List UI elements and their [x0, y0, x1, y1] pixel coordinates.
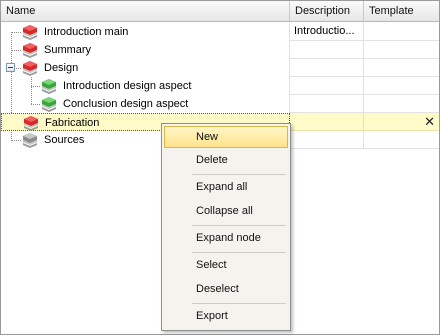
name-cell: Introduction design aspect — [1, 77, 290, 95]
menu-item-select[interactable]: Select — [164, 254, 288, 276]
red-book-icon — [24, 116, 38, 131]
menu-item-expand-all[interactable]: Expand all — [164, 176, 288, 198]
name-cell: Conclusion design aspect — [1, 95, 290, 113]
column-header-description[interactable]: Description — [290, 1, 364, 21]
description-cell[interactable] — [290, 59, 364, 77]
menu-item-expand-node[interactable]: Expand node — [164, 227, 288, 249]
menu-item-delete[interactable]: Delete — [164, 149, 288, 171]
menu-separator — [192, 303, 286, 304]
menu-separator — [192, 252, 286, 253]
close-icon[interactable]: ✕ — [424, 113, 435, 131]
template-cell[interactable] — [364, 41, 439, 59]
column-header-template[interactable]: Template — [364, 1, 439, 21]
row-name: Summary — [44, 44, 92, 56]
row-name: Introduction design aspect — [63, 80, 192, 92]
context-menu: New Delete Expand all Collapse all Expan… — [161, 123, 291, 331]
tree-row[interactable]: Conclusion design aspect — [1, 95, 439, 113]
template-cell[interactable] — [364, 77, 439, 95]
menu-item-deselect[interactable]: Deselect — [164, 278, 288, 300]
template-cell[interactable] — [364, 131, 439, 149]
description-cell[interactable] — [290, 41, 364, 59]
row-name: Introduction main — [44, 26, 129, 38]
menu-separator — [192, 225, 286, 226]
row-name: Sources — [44, 134, 85, 146]
name-cell: Summary — [1, 41, 290, 59]
description-cell[interactable] — [290, 131, 364, 149]
description-cell[interactable]: Introductio... — [290, 23, 364, 41]
tree-row[interactable]: Introduction design aspect — [1, 77, 439, 95]
template-cell[interactable] — [364, 95, 439, 113]
red-book-icon — [23, 61, 37, 76]
template-cell[interactable]: ✕ — [364, 113, 439, 131]
row-name: Conclusion design aspect — [63, 98, 189, 110]
column-header-name[interactable]: Name — [1, 1, 290, 21]
name-cell: Introduction main — [1, 23, 290, 41]
menu-item-collapse-all[interactable]: Collapse all — [164, 200, 288, 222]
row-name: Fabrication — [45, 117, 100, 129]
description-cell[interactable] — [290, 95, 364, 113]
tree-row[interactable]: Introduction main Introductio... — [1, 23, 439, 41]
menu-separator — [192, 174, 286, 175]
description-cell[interactable] — [290, 77, 364, 95]
gray-book-icon — [23, 133, 37, 148]
description-cell[interactable] — [290, 113, 364, 131]
name-cell: Design — [1, 59, 290, 77]
collapse-toggle-icon[interactable] — [6, 63, 15, 72]
green-book-icon — [42, 97, 56, 112]
red-book-icon — [23, 25, 37, 40]
tree-row[interactable]: Design — [1, 59, 439, 77]
template-cell[interactable] — [364, 59, 439, 77]
template-cell[interactable] — [364, 23, 439, 41]
tree-row[interactable]: Summary — [1, 41, 439, 59]
menu-item-export[interactable]: Export — [164, 305, 288, 327]
row-name: Design — [44, 62, 79, 74]
menu-item-new[interactable]: New — [164, 126, 288, 148]
green-book-icon — [42, 79, 56, 94]
grid-header: Name Description Template — [1, 1, 439, 22]
red-book-icon — [23, 43, 37, 58]
